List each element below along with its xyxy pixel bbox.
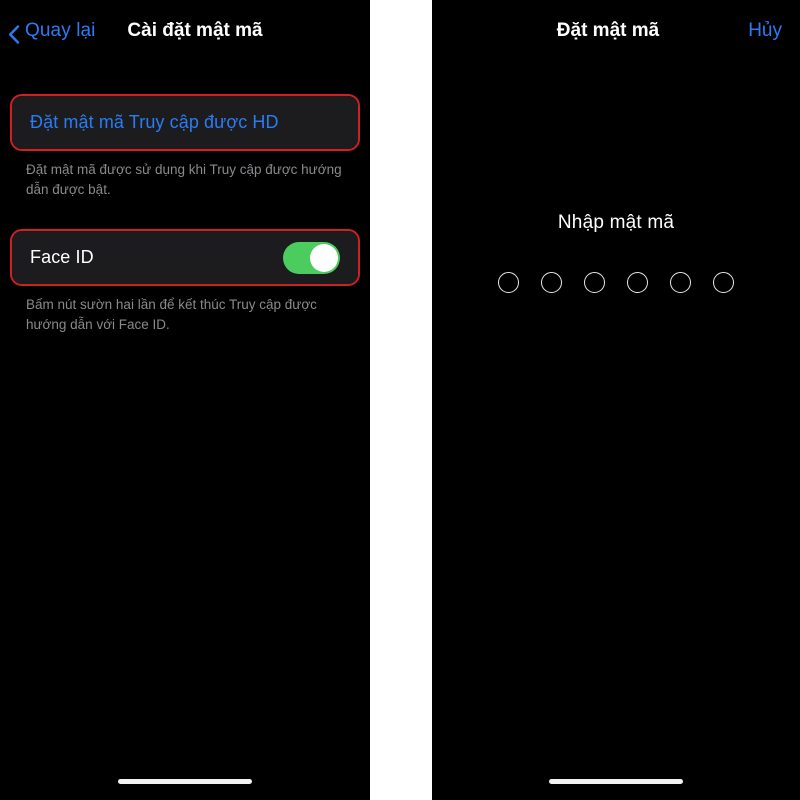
left-phone-screen: Quay lại Cài đặt mật mã Đặt mật mã Truy …	[0, 0, 370, 800]
face-id-toggle[interactable]	[283, 241, 340, 274]
toggle-knob	[310, 243, 338, 272]
highlight-frame-face-id: Face ID	[10, 229, 360, 287]
passcode-dot	[627, 272, 648, 293]
home-indicator-left[interactable]	[118, 779, 252, 784]
footnote-face-id: Bấm nút sườn hai lần để kết thúc Truy cậ…	[26, 297, 317, 332]
screen-separator	[370, 0, 432, 800]
chevron-left-icon	[8, 25, 20, 44]
passcode-entry-area: Nhập mật mã	[432, 212, 800, 293]
footnote-set-passcode: Đặt mật mã được sử dụng khi Truy cập đượ…	[26, 162, 342, 197]
row-face-id-label: Face ID	[30, 247, 94, 268]
row-set-guided-access-passcode[interactable]: Đặt mật mã Truy cập được HD	[12, 96, 358, 149]
passcode-dot	[670, 272, 691, 293]
settings-list: Đặt mật mã Truy cập được HD Đặt mật mã đ…	[0, 62, 370, 334]
back-button-label: Quay lại	[25, 20, 96, 41]
back-button[interactable]: Quay lại	[8, 20, 96, 44]
passcode-dot	[541, 272, 562, 293]
passcode-dots[interactable]	[432, 272, 800, 293]
passcode-dot	[713, 272, 734, 293]
passcode-dot	[584, 272, 605, 293]
right-navigation-bar: Đặt mật mã Hủy	[432, 0, 800, 62]
right-phone-screen: Đặt mật mã Hủy Nhập mật mã	[432, 0, 800, 800]
passcode-prompt: Nhập mật mã	[557, 212, 675, 233]
cancel-button[interactable]: Hủy	[748, 20, 782, 42]
passcode-dot	[498, 272, 519, 293]
left-navigation-bar: Quay lại Cài đặt mật mã	[0, 0, 370, 62]
row-face-id[interactable]: Face ID	[12, 231, 358, 285]
highlight-frame-set-passcode: Đặt mật mã Truy cập được HD	[10, 94, 360, 151]
screenshot-root: Quay lại Cài đặt mật mã Đặt mật mã Truy …	[0, 0, 800, 800]
row-set-guided-access-passcode-label: Đặt mật mã Truy cập được HD	[30, 112, 279, 132]
passcode-sheet-title: Đặt mật mã	[556, 20, 660, 41]
home-indicator-right[interactable]	[549, 779, 683, 784]
page-title: Cài đặt mật mã	[127, 20, 263, 41]
